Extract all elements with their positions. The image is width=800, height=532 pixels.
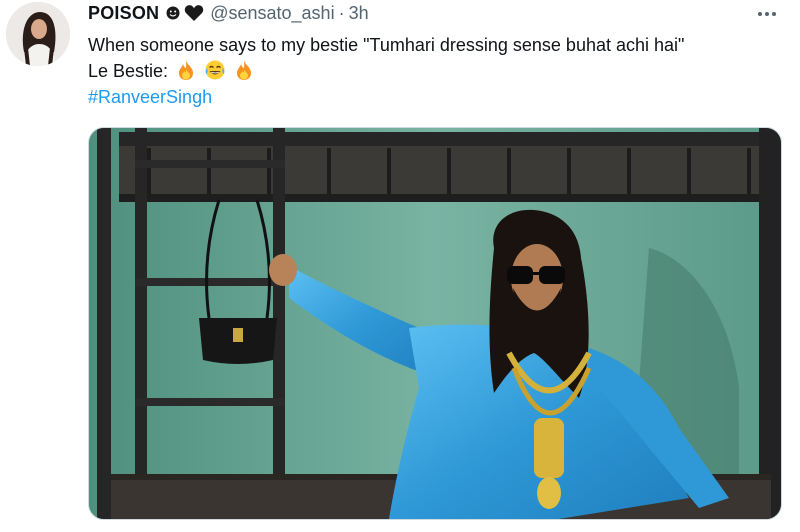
tweet-timestamp[interactable]: 3h [349, 3, 369, 24]
tweet-text-line-2: Le Bestie: [88, 58, 788, 84]
separator-dot: · [338, 2, 345, 23]
more-dot [758, 12, 762, 16]
tweet-text: When someone says to my bestie "Tumhari … [88, 32, 788, 110]
avatar[interactable] [6, 2, 70, 66]
tweet-photo[interactable] [88, 127, 782, 520]
black-heart-icon [184, 4, 204, 22]
tweet-header: POISON @sensato_ashi · 3h [88, 0, 369, 26]
more-options-button[interactable] [752, 4, 782, 24]
display-name[interactable]: POISON [88, 3, 159, 24]
user-handle[interactable]: @sensato_ashi [210, 3, 334, 24]
smiley-emoji-icon [165, 5, 181, 21]
more-dot [772, 12, 776, 16]
tweet-card[interactable]: POISON @sensato_ashi · 3h When someone s… [0, 0, 800, 532]
tweet-text-line-1: When someone says to my bestie "Tumhari … [88, 35, 685, 55]
more-dot [765, 12, 769, 16]
fire-emoji-icon [233, 59, 255, 88]
hashtag-link[interactable]: #RanveerSingh [88, 84, 788, 110]
tweet-text-le-bestie: Le Bestie: [88, 61, 169, 81]
